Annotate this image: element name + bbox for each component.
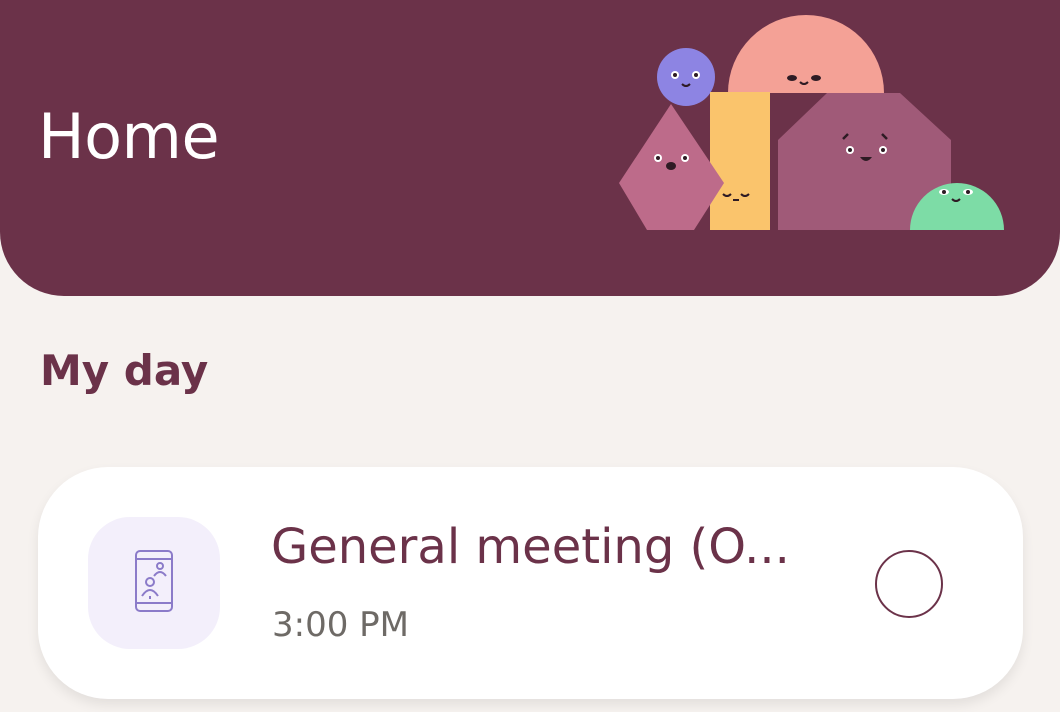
section-title: My day [40, 346, 209, 395]
task-card[interactable]: General meeting (O... 3:00 PM [38, 467, 1023, 699]
task-icon-tile [88, 517, 220, 649]
task-title: General meeting (O... [271, 519, 790, 575]
video-call-icon [134, 549, 174, 617]
purple-circle-shape [657, 48, 715, 106]
app-header: Home [0, 0, 1060, 296]
task-time: 3:00 PM [272, 605, 409, 645]
smiling-shapes-illustration [619, 15, 1004, 230]
yellow-rect-shape [710, 92, 770, 230]
peach-shape [728, 15, 884, 93]
task-complete-checkbox[interactable] [875, 550, 943, 618]
